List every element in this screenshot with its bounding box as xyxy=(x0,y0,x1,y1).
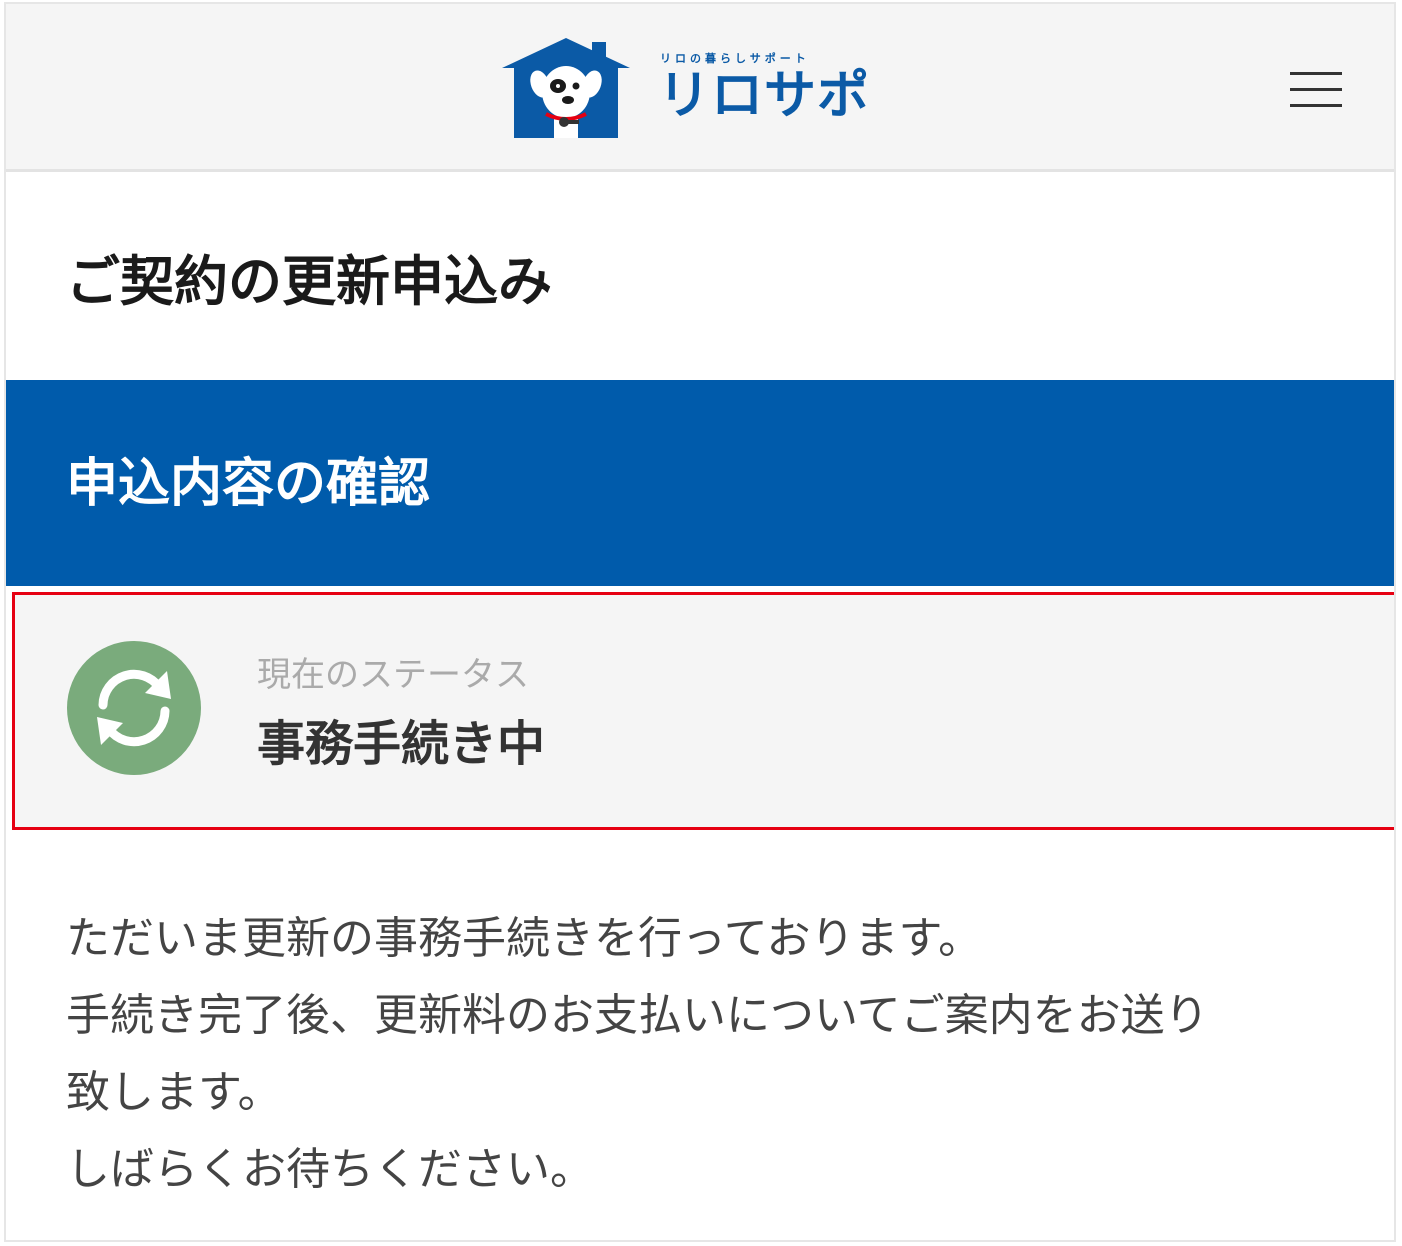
status-card: 現在のステータス 事務手続き中 xyxy=(12,592,1394,830)
message-line: 手続き完了後、更新料のお支払いについてご案内をお送り xyxy=(66,990,1209,1041)
house-dog-logo-icon xyxy=(502,38,630,138)
logo-wordmark: リロサポ xyxy=(658,66,871,126)
logo-tagline: リロの暮らしサポート xyxy=(660,52,810,65)
status-message: ただいま更新の事務手続きを行っております。 手続き完了後、更新料のお支払いについ… xyxy=(66,900,1366,1208)
riro-sapo-logo[interactable]: リロの暮らしサポート リロサポ xyxy=(498,34,878,138)
confirmation-section-header: 申込内容の確認 xyxy=(6,380,1394,586)
message-line: ただいま更新の事務手続きを行っております。 xyxy=(66,913,983,964)
menu-line xyxy=(1290,88,1342,91)
section-title: 申込内容の確認 xyxy=(66,454,431,514)
menu-line xyxy=(1290,72,1342,75)
page-title: ご契約の更新申込み xyxy=(66,250,552,313)
refresh-icon xyxy=(67,641,201,775)
status-label: 現在のステータス xyxy=(257,655,529,695)
app-frame: リロの暮らしサポート リロサポ ご契約の更新申込み 申込内容の確認 現在のステー… xyxy=(4,2,1396,1242)
hamburger-menu-icon[interactable] xyxy=(1278,62,1350,118)
message-line: 致します。 xyxy=(66,1067,282,1118)
message-line: しばらくお待ちください。 xyxy=(66,1144,594,1195)
site-header: リロの暮らしサポート リロサポ xyxy=(6,4,1394,172)
status-value: 事務手続き中 xyxy=(257,716,546,772)
menu-line xyxy=(1290,104,1342,107)
